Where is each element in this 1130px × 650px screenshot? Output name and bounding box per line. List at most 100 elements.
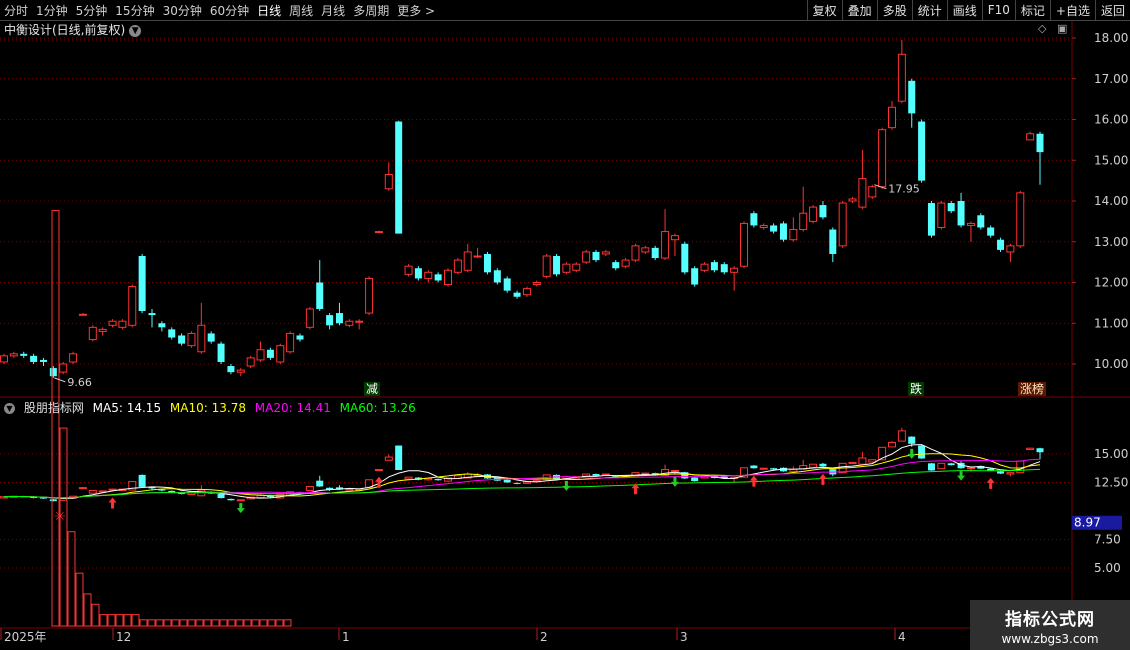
tool-button-1[interactable]: 叠加 xyxy=(841,0,877,20)
indicator-candle-body-down xyxy=(138,474,146,487)
main-candle-body-up xyxy=(670,235,679,241)
main-candle-body-up xyxy=(641,247,650,253)
main-candle-body-up xyxy=(730,267,739,273)
main-candle-body-up xyxy=(59,363,68,373)
indicator-candle-body-up xyxy=(937,462,946,470)
main-candle-body-down xyxy=(414,268,422,279)
event-limit-tag[interactable]: 涨榜 xyxy=(1018,382,1047,396)
main-candle-body-down xyxy=(266,349,274,358)
main-candle-body-up xyxy=(858,178,867,208)
period-tab-9[interactable]: 多周期 xyxy=(349,2,393,19)
time-axis-label: 12 xyxy=(116,630,131,644)
ma60-label: MA60: 13.26 xyxy=(339,401,416,415)
indicator-candle-body-down xyxy=(513,482,521,484)
tool-button-0[interactable]: 复权 xyxy=(806,0,842,20)
main-candle-body-up xyxy=(789,229,798,241)
main-candle-body-down xyxy=(39,359,47,362)
main-candle-body-up xyxy=(108,320,117,326)
indicator-bar xyxy=(75,572,84,627)
tool-button-2[interactable]: 多股 xyxy=(876,0,912,20)
main-candle-body-up xyxy=(365,277,374,314)
main-candle-body-up xyxy=(98,328,107,332)
period-tab-5[interactable]: 60分钟 xyxy=(206,2,253,19)
indicator-bar xyxy=(275,619,284,627)
main-candle-body-down xyxy=(395,121,403,234)
indicator-candle-body-up xyxy=(374,469,383,472)
panel-toggle-icon[interactable]: ▣ xyxy=(1057,22,1067,35)
indicator-candle-body-up xyxy=(759,467,768,470)
kline-chart[interactable]: 18.0017.0016.0015.0014.0013.0012.0011.00… xyxy=(0,0,1130,650)
indicator-tick-label: 12.50 xyxy=(1094,476,1128,490)
tool-button-7[interactable]: +自选 xyxy=(1049,0,1095,20)
main-candle-body-down xyxy=(20,353,28,356)
tool-button-8[interactable]: 返回 xyxy=(1094,0,1130,20)
period-tab-10[interactable]: 更多 > xyxy=(393,2,439,19)
main-candle-body-up xyxy=(374,231,383,234)
indicator-candle-body-up xyxy=(345,488,354,491)
period-tab-6[interactable]: 日线 xyxy=(253,2,285,19)
period-tab-0[interactable]: 分时 xyxy=(0,2,32,19)
tool-button-6[interactable]: 标记 xyxy=(1014,0,1050,20)
low-annotation-line xyxy=(54,377,66,383)
main-candle-body-down xyxy=(947,203,955,212)
indicator-candle-body-down xyxy=(770,468,778,470)
price-tick-label: 18.00 xyxy=(1094,31,1128,45)
period-tab-1[interactable]: 1分钟 xyxy=(32,2,72,19)
chevron-down-icon[interactable]: ▼ xyxy=(129,24,142,37)
price-tick-label: 14.00 xyxy=(1094,194,1128,208)
indicator-tick-label: 15.00 xyxy=(1094,447,1128,461)
main-candle-body-down xyxy=(997,239,1005,250)
main-candle-body-up xyxy=(305,308,314,328)
indicator-candle-body-up xyxy=(305,485,314,491)
event-reduce-tag[interactable]: 减 xyxy=(364,382,381,396)
time-axis-label: 2025年 xyxy=(4,630,47,644)
chevron-down-icon[interactable]: ▼ xyxy=(4,403,15,414)
indicator-tick-label: 7.50 xyxy=(1094,533,1121,547)
main-candle-body-down xyxy=(316,282,324,309)
tool-button-4[interactable]: 画线 xyxy=(946,0,982,20)
main-candle-body-down xyxy=(217,343,225,362)
period-tab-2[interactable]: 5分钟 xyxy=(72,2,112,19)
tool-button-3[interactable]: 统计 xyxy=(911,0,947,20)
indicator-bar xyxy=(139,619,148,627)
indicator-candle-body-up xyxy=(522,481,531,484)
event-fall-tag[interactable]: 跌 xyxy=(908,382,925,396)
tool-button-5[interactable]: F10 xyxy=(981,0,1015,20)
ma10-line xyxy=(3,453,1041,499)
main-candle-body-down xyxy=(1036,133,1044,153)
main-candle-body-up xyxy=(542,255,551,277)
indicator-bar xyxy=(131,614,140,627)
indicator-candle-body-down xyxy=(927,463,935,471)
period-tab-3[interactable]: 15分钟 xyxy=(111,2,158,19)
price-tick-label: 17.00 xyxy=(1094,72,1128,86)
diamond-icon[interactable]: ◇ xyxy=(1038,22,1046,35)
main-candle-body-down xyxy=(138,256,146,312)
main-candle-body-down xyxy=(908,80,916,114)
period-tab-7[interactable]: 周线 xyxy=(285,2,317,19)
main-candle-body-up xyxy=(582,251,591,263)
price-tick-label: 11.00 xyxy=(1094,316,1128,330)
low-annotation: 9.66 xyxy=(67,376,92,389)
main-candle-body-down xyxy=(691,268,699,285)
main-candle-body-up xyxy=(572,263,581,271)
main-candle-body-up xyxy=(759,224,768,228)
main-candle-body-down xyxy=(30,355,38,362)
indicator-bar xyxy=(283,619,292,627)
main-candle-body-down xyxy=(918,121,926,181)
main-candle-body-down xyxy=(750,213,758,226)
period-tab-8[interactable]: 月线 xyxy=(317,2,349,19)
main-candle-body-up xyxy=(1006,245,1015,253)
spike-marker-icon: ✳ xyxy=(54,509,66,525)
indicator-candle-body-up xyxy=(966,467,975,470)
indicator-bar xyxy=(259,619,268,627)
indicator-bar xyxy=(123,614,132,627)
main-candle-body-down xyxy=(207,333,215,342)
main-candle-body-up xyxy=(700,263,709,271)
indicator-bar xyxy=(211,619,220,627)
main-candle-body-down xyxy=(49,368,57,377)
time-axis-label: 1 xyxy=(342,630,350,644)
indicator-candle-body-up xyxy=(1016,460,1025,474)
indicator-bar xyxy=(219,619,228,627)
period-tab-4[interactable]: 30分钟 xyxy=(159,2,206,19)
tool-buttons: 复权 叠加 多股 统计 画线 F10 标记 +自选 返回 xyxy=(806,0,1130,20)
